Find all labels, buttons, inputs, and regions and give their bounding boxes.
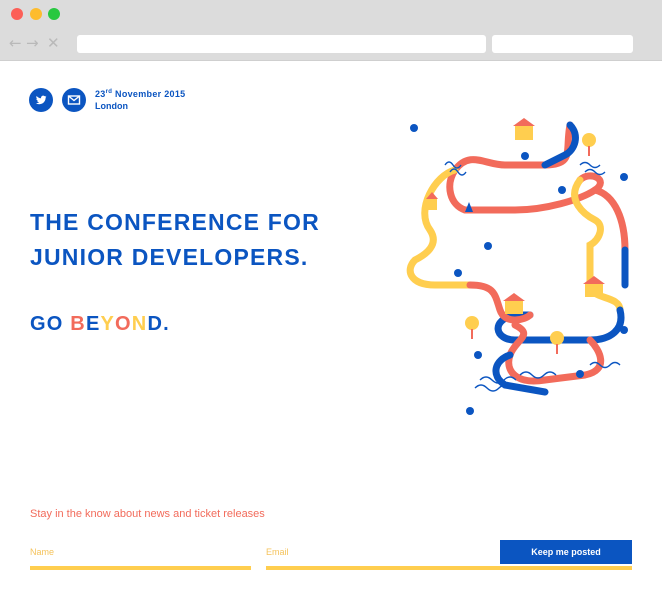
button-underline — [500, 566, 632, 570]
name-field-wrapper — [30, 542, 251, 570]
twitter-icon — [35, 95, 47, 105]
event-date-rest: November 2015 — [112, 89, 186, 99]
close-icon[interactable]: ✕ — [47, 36, 60, 51]
forward-arrow-icon[interactable]: → — [26, 36, 39, 51]
beyond-letter: E — [85, 313, 101, 335]
event-city: London — [95, 101, 128, 111]
keep-me-posted-button[interactable]: Keep me posted — [500, 540, 632, 564]
tagline: GO BEYOND. — [30, 310, 170, 338]
tagline-beyond: BEYOND — [70, 313, 163, 335]
minimize-window-button[interactable] — [30, 8, 42, 20]
browser-search-bar[interactable] — [492, 35, 633, 53]
beyond-letter: D — [147, 313, 164, 335]
address-bar[interactable] — [77, 35, 486, 53]
close-window-button[interactable] — [11, 8, 23, 20]
beyond-letter: N — [131, 313, 148, 335]
tagline-prefix: GO — [30, 313, 71, 335]
maximize-window-button[interactable] — [48, 8, 60, 20]
beyond-letter: Y — [100, 313, 116, 335]
event-date-day: 23 — [95, 89, 106, 99]
road-map-illustration — [406, 118, 629, 415]
newsletter-prompt: Stay in the know about news and ticket r… — [30, 508, 265, 520]
browser-toolbar: ← → ✕ — [0, 0, 662, 61]
email-input[interactable] — [266, 543, 500, 557]
beyond-letter: B — [70, 313, 86, 335]
email-field-wrapper — [266, 542, 500, 570]
headline-line-1: THE CONFERENCE FOR — [30, 209, 320, 235]
event-date: 23rd November 2015 — [95, 89, 185, 99]
headline-line-2: JUNIOR DEVELOPERS. — [30, 244, 309, 270]
twitter-button[interactable] — [29, 88, 53, 112]
tagline-suffix: . — [163, 313, 170, 335]
back-arrow-icon[interactable]: ← — [9, 36, 22, 51]
mail-button[interactable] — [62, 88, 86, 112]
name-input[interactable] — [30, 543, 251, 557]
page-headline: THE CONFERENCE FOR JUNIOR DEVELOPERS. — [30, 205, 320, 275]
beyond-letter: O — [115, 313, 132, 335]
mail-icon — [67, 95, 81, 105]
